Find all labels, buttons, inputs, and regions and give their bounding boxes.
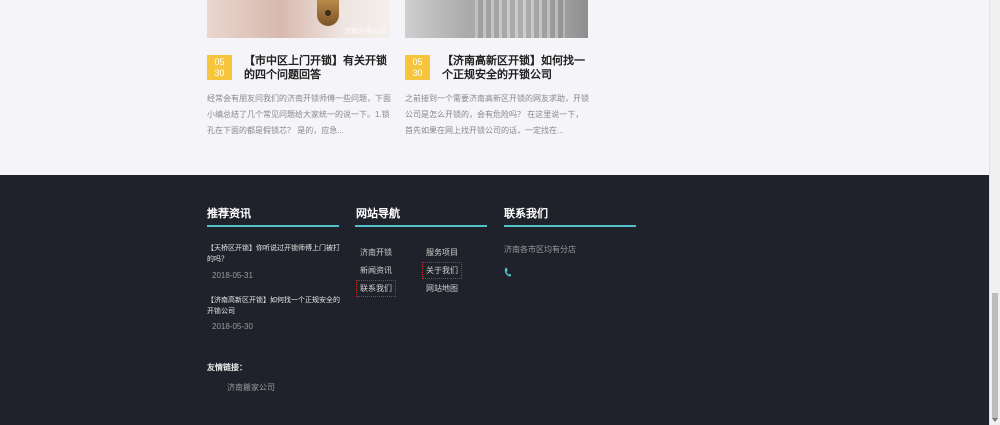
recommended-news-date: 2018-05-30 [212, 322, 253, 331]
nav-link-services[interactable]: 服务项目 [424, 246, 460, 259]
recommended-news-link[interactable]: 【济南高新区开锁】如何找一个正规安全的开锁公司 [207, 295, 342, 317]
lock-machine-image [475, 0, 565, 38]
recommended-heading: 推荐资讯 [207, 208, 251, 220]
contact-address: 济南各市区均有分店 [504, 245, 576, 254]
article-thumbnail[interactable] [405, 0, 588, 38]
article-title[interactable]: 【济南高新区开锁】如何找一个正规安全的开锁公司 [442, 54, 592, 82]
image-watermark: 济南开锁公司 [344, 28, 386, 35]
article-excerpt: 之前接到一个需要济南高新区开锁的网友求助，开锁公司是怎么开锁的，会有危险吗？ 在… [405, 94, 589, 135]
friend-links-label: 友情链接： [207, 363, 247, 372]
page-scrollbar[interactable] [989, 0, 1000, 425]
scroll-down-arrow-icon[interactable] [992, 418, 998, 422]
heading-underline [207, 225, 339, 227]
site-footer: 推荐资讯 【天桥区开锁】你听说过开锁师傅上门被打的吗？ 2018-05-31 【… [0, 175, 990, 425]
article-card[interactable]: 济南开锁公司 05 30 【市中区上门开锁】有关开锁的四个问题回答 经常会有朋友… [207, 0, 391, 135]
site-nav-heading: 网站导航 [356, 208, 400, 220]
date-day: 05 [214, 57, 225, 67]
date-badge: 05 30 [405, 55, 430, 80]
recommended-news-link[interactable]: 【天桥区开锁】你听说过开锁师傅上门被打的吗？ [207, 243, 342, 265]
heading-underline [504, 225, 636, 227]
date-month: 30 [412, 68, 423, 78]
recommended-news-date: 2018-05-31 [212, 271, 253, 280]
door-knob-image [317, 0, 339, 26]
article-thumbnail[interactable]: 济南开锁公司 [207, 0, 390, 38]
date-month: 30 [214, 68, 225, 78]
scrollbar-thumb[interactable] [992, 293, 998, 419]
article-section: 济南开锁公司 05 30 【市中区上门开锁】有关开锁的四个问题回答 经常会有朋友… [0, 0, 990, 175]
article-title[interactable]: 【市中区上门开锁】有关开锁的四个问题回答 [244, 54, 394, 82]
heading-underline [355, 225, 487, 227]
nav-link-contact[interactable]: 联系我们 [356, 280, 396, 297]
nav-link-jinan-unlock[interactable]: 济南开锁 [358, 246, 394, 259]
contact-heading: 联系我们 [504, 208, 548, 220]
friend-link-item[interactable]: 济南搬家公司 [227, 382, 275, 393]
phone-icon [504, 267, 512, 277]
nav-link-about[interactable]: 关于我们 [422, 262, 462, 279]
nav-link-news[interactable]: 新闻资讯 [358, 264, 394, 277]
article-card[interactable]: 05 30 【济南高新区开锁】如何找一个正规安全的开锁公司 之前接到一个需要济南… [405, 0, 589, 135]
date-badge: 05 30 [207, 55, 232, 80]
nav-link-sitemap[interactable]: 网站地图 [424, 282, 460, 295]
article-excerpt: 经常会有朋友问我们的济南开锁师傅一些问题，下面小编总结了几个常见问题给大家统一的… [207, 94, 391, 135]
date-day: 05 [412, 57, 423, 67]
